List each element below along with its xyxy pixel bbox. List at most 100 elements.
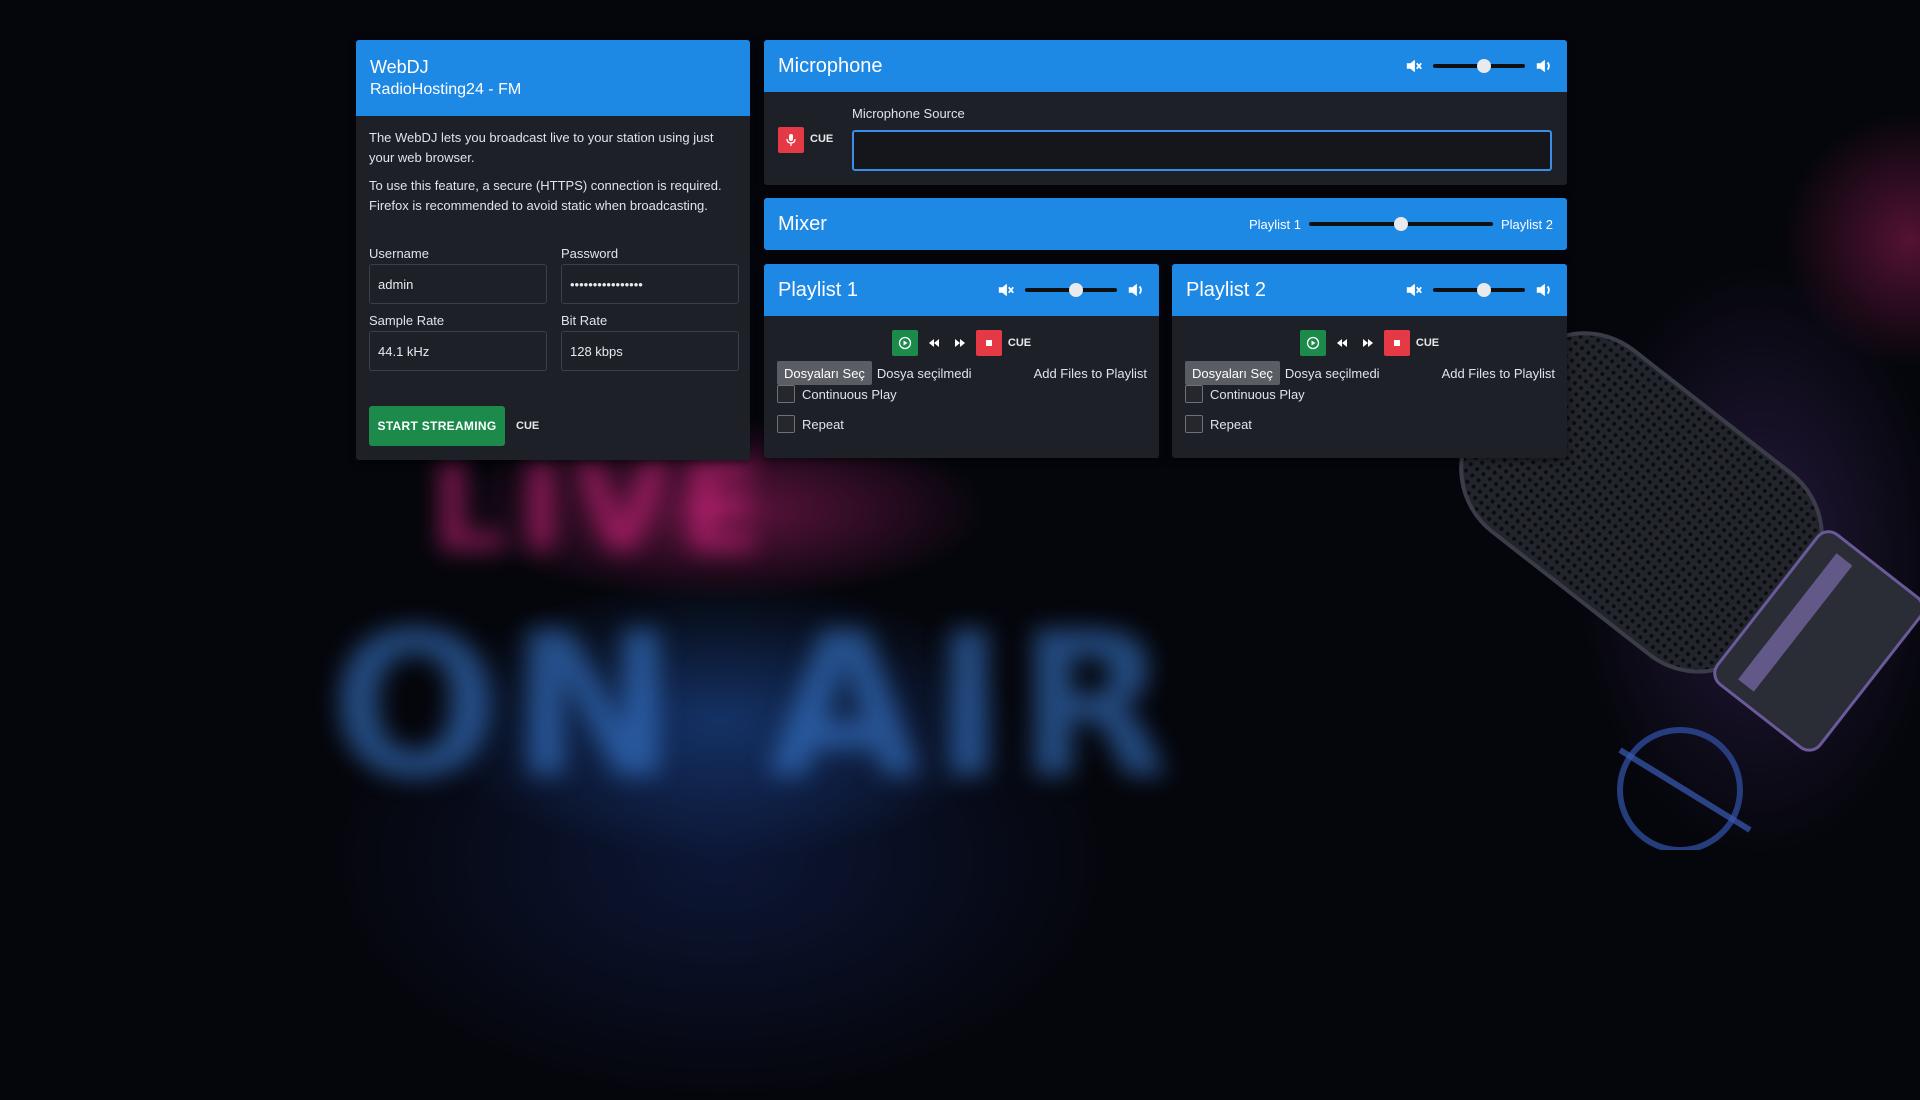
sample-rate-select[interactable]: 44.1 kHz: [369, 331, 547, 371]
webdj-title: WebDJ: [370, 57, 429, 77]
volume-mute-icon[interactable]: [1405, 281, 1423, 299]
stream-cue-toggle[interactable]: CUE: [516, 420, 539, 432]
playlist-1-next-button[interactable]: [950, 330, 970, 356]
playlist-2-repeat[interactable]: Repeat: [1185, 415, 1252, 433]
crossfader-control: Playlist 1 Playlist 2: [1249, 217, 1553, 232]
webdj-intro-text: The WebDJ lets you broadcast live to you…: [369, 130, 714, 165]
bit-rate-select[interactable]: 128 kbps: [561, 331, 739, 371]
playlist-2-previous-button[interactable]: [1332, 330, 1352, 356]
playlist-1-no-file-text: Dosya seçilmedi: [876, 365, 972, 381]
start-streaming-button[interactable]: START STREAMING: [369, 406, 505, 446]
playlist-1-volume-control: [997, 281, 1145, 299]
sample-rate-label: Sample Rate: [369, 313, 445, 328]
playlist-1-volume-slider[interactable]: [1025, 283, 1117, 297]
playlist-1-file-row: Dosyaları Seç Dosya seçilmedi Add Files …: [777, 360, 1147, 386]
stop-icon: [985, 340, 992, 346]
playlist-1-header: Playlist 1: [764, 264, 1159, 316]
playlist-2-continuous-play-checkbox[interactable]: [1185, 385, 1203, 403]
username-input[interactable]: admin: [369, 264, 547, 304]
volume-up-icon[interactable]: [1535, 281, 1553, 299]
crossfader-slider[interactable]: [1308, 217, 1493, 231]
volume-mute-icon[interactable]: [997, 281, 1015, 299]
playlist-2-repeat-label: Repeat: [1210, 416, 1252, 432]
playlist-1-repeat[interactable]: Repeat: [777, 415, 844, 433]
playlist-1-repeat-label: Repeat: [802, 416, 844, 432]
mixer-header: Mixer Playlist 1 Playlist 2: [764, 198, 1567, 250]
playlist-2-continuous-play[interactable]: Continuous Play: [1185, 385, 1305, 403]
previous-icon: [1336, 339, 1347, 347]
password-group: Password ••••••••••••••••: [561, 246, 739, 304]
playlist-1-continuous-play-checkbox[interactable]: [777, 385, 795, 403]
volume-up-icon[interactable]: [1535, 57, 1553, 75]
microphone-cue-button[interactable]: [778, 127, 804, 153]
playlist-2-continuous-play-label: Continuous Play: [1210, 386, 1305, 402]
username-label: Username: [369, 246, 429, 261]
playlist-2-volume-knob[interactable]: [1476, 283, 1491, 297]
crossfader-right-label: Playlist 2: [1500, 216, 1553, 232]
playlist-1-cue-toggle[interactable]: CUE: [1008, 337, 1031, 349]
playlist-1-choose-files-button[interactable]: Dosyaları Seç: [777, 361, 872, 385]
playlist-2-volume-slider[interactable]: [1433, 283, 1525, 297]
credentials-row: Username admin Password ••••••••••••••••: [369, 246, 739, 304]
webdj-header: WebDJ RadioHosting24 - FM: [356, 40, 750, 116]
volume-up-icon[interactable]: [1127, 281, 1145, 299]
microphone-source-select[interactable]: [852, 130, 1552, 171]
play-icon: [1306, 336, 1320, 350]
playlist-2-choose-files-button[interactable]: Dosyaları Seç: [1185, 361, 1280, 385]
microphone-title: Microphone: [778, 54, 883, 77]
playlist-2-stop-button[interactable]: [1383, 330, 1410, 356]
playlist-2-add-files-label: Add Files to Playlist: [1441, 365, 1555, 381]
background-live-sign: LIVE: [430, 440, 774, 579]
playlist-1-previous-button[interactable]: [924, 330, 944, 356]
playlist-1-panel: Playlist 1 CUE Dosyaları Seç Dosya seçil…: [764, 264, 1159, 458]
crossfader-knob[interactable]: [1393, 217, 1408, 231]
webdj-https-notice: To use this feature, a secure (HTTPS) co…: [369, 178, 722, 213]
playlist-1-continuous-play-label: Continuous Play: [802, 386, 897, 402]
next-icon: [1362, 339, 1373, 347]
background-on-air-sign: ON AIR: [330, 590, 1181, 823]
stop-icon: [1393, 340, 1400, 346]
sample-rate-group: Sample Rate 44.1 kHz: [369, 313, 547, 371]
crossfader-left-label: Playlist 1: [1248, 216, 1301, 232]
playlist-2-title: Playlist 2: [1186, 278, 1267, 301]
playlist-2-next-button[interactable]: [1358, 330, 1378, 356]
microphone-volume-knob[interactable]: [1476, 59, 1491, 73]
playlist-1-stop-button[interactable]: [975, 330, 1002, 356]
playlist-1-play-button[interactable]: [891, 330, 918, 356]
username-group: Username admin: [369, 246, 547, 304]
playlist-2-play-button[interactable]: [1299, 330, 1326, 356]
playlist-1-title: Playlist 1: [778, 278, 859, 301]
bit-rate-label: Bit Rate: [561, 313, 608, 328]
playlist-2-header: Playlist 2: [1172, 264, 1567, 316]
microphone-source-label: Microphone Source: [852, 106, 965, 121]
playlist-2-cue-toggle[interactable]: CUE: [1416, 337, 1439, 349]
encoding-row: Sample Rate 44.1 kHz Bit Rate 128 kbps: [369, 313, 739, 371]
next-icon: [954, 339, 965, 347]
playlist-2-panel: Playlist 2 CUE Dosyaları Seç Dosya seçil…: [1172, 264, 1567, 458]
webdj-panel: WebDJ RadioHosting24 - FM The WebDJ lets…: [356, 40, 750, 460]
playlist-1-transport: CUE: [764, 330, 1159, 356]
previous-icon: [928, 339, 939, 347]
password-label: Password: [561, 246, 619, 261]
playlist-2-transport: CUE: [1172, 330, 1567, 356]
password-input[interactable]: ••••••••••••••••: [561, 264, 739, 304]
microphone-cue-label: CUE: [810, 133, 834, 145]
microphone-volume-slider[interactable]: [1433, 59, 1525, 73]
mixer-panel: Mixer Playlist 1 Playlist 2: [764, 198, 1567, 250]
playlist-1-continuous-play[interactable]: Continuous Play: [777, 385, 897, 403]
volume-mute-icon[interactable]: [1405, 57, 1423, 75]
playlist-2-no-file-text: Dosya seçilmedi: [1284, 365, 1380, 381]
playlist-1-repeat-checkbox[interactable]: [777, 415, 795, 433]
playlist-1-add-files-label: Add Files to Playlist: [1033, 365, 1147, 381]
microphone-icon: [786, 134, 796, 146]
playlist-2-file-row: Dosyaları Seç Dosya seçilmedi Add Files …: [1185, 360, 1555, 386]
microphone-header: Microphone: [764, 40, 1567, 92]
playlist-2-repeat-checkbox[interactable]: [1185, 415, 1203, 433]
playlist-2-volume-control: [1405, 281, 1553, 299]
bit-rate-group: Bit Rate 128 kbps: [561, 313, 739, 371]
playlist-1-volume-knob[interactable]: [1068, 283, 1083, 297]
microphone-volume-control: [1405, 57, 1553, 75]
station-name: RadioHosting24 - FM: [370, 81, 522, 98]
microphone-panel: Microphone CUE Microphone Source: [764, 40, 1567, 185]
play-icon: [898, 336, 912, 350]
